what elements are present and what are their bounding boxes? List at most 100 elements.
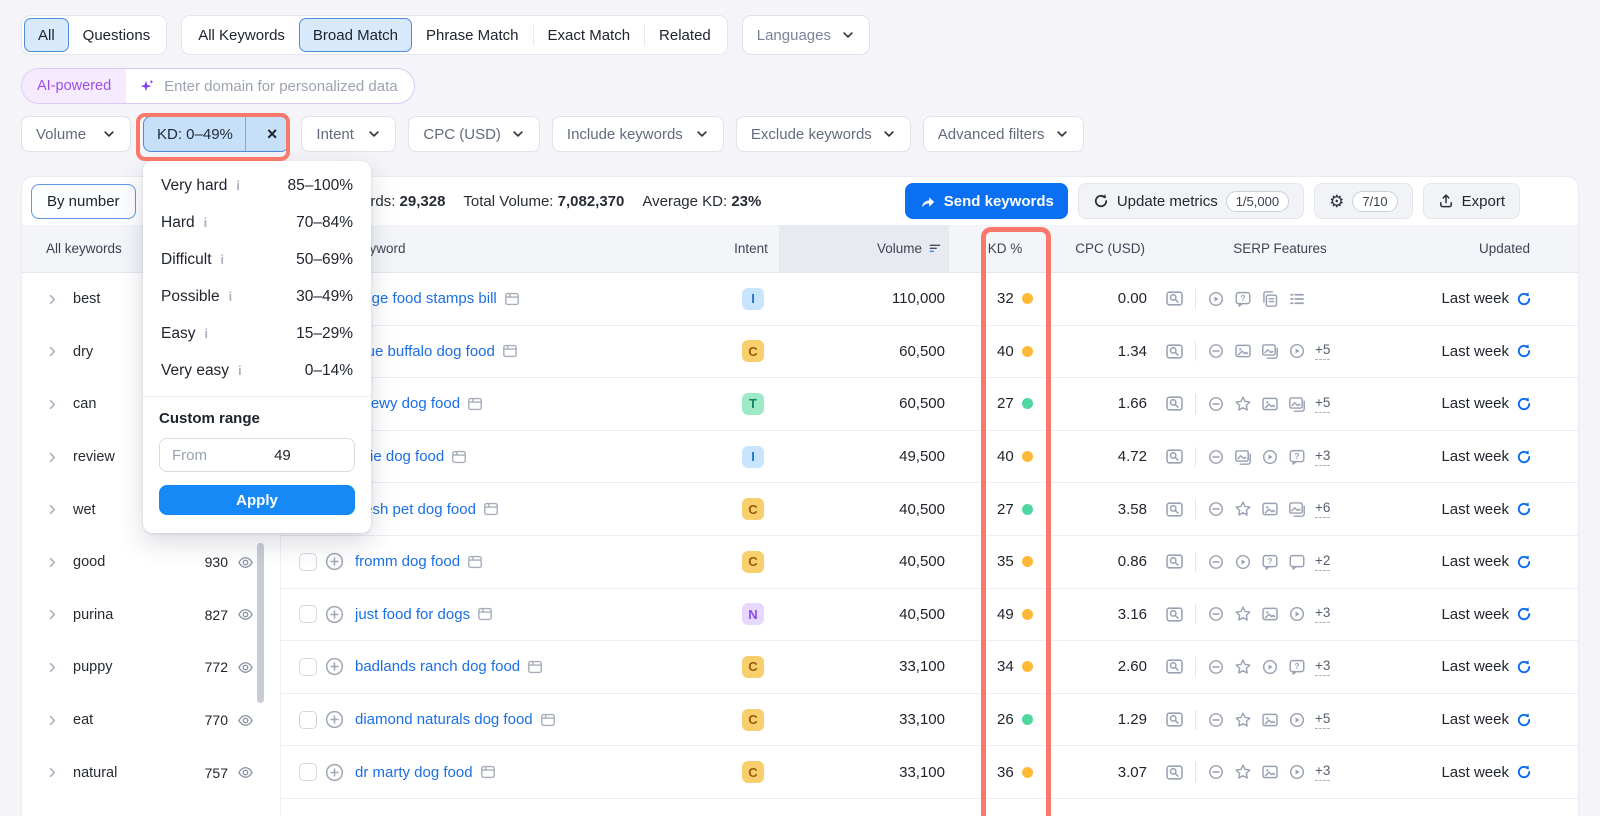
- row-checkbox[interactable]: [299, 605, 317, 624]
- serp-page-icon[interactable]: [483, 501, 499, 517]
- sidebar-item-puppy[interactable]: puppy 772: [22, 641, 280, 694]
- serp-page-icon[interactable]: [504, 291, 520, 307]
- domain-input[interactable]: Enter domain for personalized data: [126, 69, 413, 103]
- filter-chip-cpc-usd[interactable]: CPC (USD): [408, 116, 540, 152]
- apply-button[interactable]: Apply: [159, 485, 355, 515]
- column-header-keyword[interactable]: Keyword: [353, 225, 723, 272]
- serp-page-icon[interactable]: [527, 659, 543, 675]
- serp-preview-icon[interactable]: [1165, 763, 1184, 782]
- keyword-link[interactable]: badlands ranch dog food: [355, 658, 520, 675]
- settings-button[interactable]: ⚙ 7/10: [1314, 183, 1413, 219]
- kd-range-option-easy[interactable]: Easy i 15–29%: [143, 315, 371, 352]
- add-keyword-icon[interactable]: [325, 763, 344, 782]
- keyword-link[interactable]: dr marty dog food: [355, 764, 473, 781]
- update-metrics-button[interactable]: Update metrics 1/5,000: [1077, 183, 1305, 219]
- serp-preview-icon[interactable]: [1165, 552, 1184, 571]
- serp-preview-icon[interactable]: [1165, 289, 1184, 308]
- ai-domain-bar[interactable]: AI-powered Enter domain for personalized…: [21, 68, 415, 104]
- sidebar-item-purina[interactable]: purina 827: [22, 589, 280, 642]
- serp-more-button[interactable]: +5: [1315, 395, 1331, 413]
- keyword-link[interactable]: doge food stamps bill: [355, 290, 497, 307]
- add-keyword-icon[interactable]: [325, 605, 344, 624]
- serp-preview-icon[interactable]: [1165, 447, 1184, 466]
- serp-more-button[interactable]: +2: [1315, 553, 1331, 571]
- serp-more-button[interactable]: +3: [1315, 448, 1331, 466]
- tab-questions[interactable]: Questions: [69, 18, 165, 52]
- serp-more-button[interactable]: +5: [1315, 342, 1331, 361]
- serp-more-button[interactable]: +3: [1315, 763, 1331, 782]
- kd-range-option-difficult[interactable]: Difficult i 50–69%: [143, 241, 371, 278]
- column-header-cpc[interactable]: CPC (USD): [1061, 225, 1155, 272]
- serp-preview-icon[interactable]: [1165, 394, 1184, 413]
- refresh-keyword-icon[interactable]: [1516, 501, 1532, 517]
- serp-page-icon[interactable]: [477, 606, 493, 622]
- send-keywords-button[interactable]: Send keywords: [904, 183, 1068, 219]
- eye-icon[interactable]: [237, 712, 254, 729]
- refresh-keyword-icon[interactable]: [1516, 764, 1532, 780]
- eye-icon[interactable]: [237, 606, 254, 623]
- column-header-kd[interactable]: KD %: [949, 225, 1061, 272]
- add-keyword-icon[interactable]: [325, 657, 344, 676]
- column-header-volume[interactable]: Volume: [779, 225, 949, 272]
- tab-phrase-match[interactable]: Phrase Match: [412, 18, 533, 52]
- add-keyword-icon[interactable]: [325, 710, 344, 729]
- keyword-link[interactable]: diamond naturals dog food: [355, 711, 533, 728]
- row-checkbox[interactable]: [299, 763, 317, 782]
- serp-page-icon[interactable]: [467, 396, 483, 412]
- refresh-keyword-icon[interactable]: [1516, 659, 1532, 675]
- refresh-keyword-icon[interactable]: [1516, 343, 1532, 359]
- refresh-keyword-icon[interactable]: [1516, 606, 1532, 622]
- eye-icon[interactable]: [237, 764, 254, 781]
- column-header-serp-features[interactable]: SERP Features: [1155, 225, 1405, 272]
- serp-page-icon[interactable]: [451, 449, 467, 465]
- kd-to-input[interactable]: [262, 439, 354, 471]
- sidebar-item-good[interactable]: good 930: [22, 536, 280, 589]
- serp-preview-icon[interactable]: [1165, 342, 1184, 361]
- tab-related[interactable]: Related: [645, 18, 725, 52]
- eye-icon[interactable]: [237, 554, 254, 571]
- refresh-keyword-icon[interactable]: [1516, 396, 1532, 412]
- add-keyword-icon[interactable]: [325, 552, 344, 571]
- export-button[interactable]: Export: [1422, 183, 1520, 219]
- filter-chip-kd-0-49%[interactable]: KD: 0–49% ×: [143, 116, 290, 152]
- filter-chip-exclude-keywords[interactable]: Exclude keywords: [735, 116, 911, 152]
- serp-more-button[interactable]: +3: [1315, 605, 1331, 624]
- serp-more-button[interactable]: +6: [1315, 500, 1331, 519]
- column-header-intent[interactable]: Intent: [723, 225, 779, 272]
- tab-all[interactable]: All: [24, 18, 69, 52]
- keyword-link[interactable]: fresh pet dog food: [355, 501, 476, 518]
- eye-icon[interactable]: [237, 659, 254, 676]
- filter-chip-include-keywords[interactable]: Include keywords: [551, 116, 724, 152]
- serp-preview-icon[interactable]: [1165, 605, 1184, 624]
- serp-preview-icon[interactable]: [1165, 500, 1184, 519]
- sidebar-item-eat[interactable]: eat 770: [22, 694, 280, 747]
- serp-page-icon[interactable]: [480, 764, 496, 780]
- sidebar-scrollbar[interactable]: [257, 543, 264, 703]
- kd-range-option-very-easy[interactable]: Very easy i 0–14%: [143, 352, 371, 389]
- kd-from-input[interactable]: [160, 439, 263, 471]
- serp-more-button[interactable]: +3: [1315, 658, 1331, 676]
- languages-dropdown[interactable]: Languages: [741, 15, 870, 55]
- filter-chip-intent[interactable]: Intent: [301, 116, 397, 152]
- kd-range-option-possible[interactable]: Possible i 30–49%: [143, 278, 371, 315]
- keyword-link[interactable]: blue buffalo dog food: [355, 343, 495, 360]
- serp-page-icon[interactable]: [540, 712, 556, 728]
- refresh-keyword-icon[interactable]: [1516, 449, 1532, 465]
- tab-exact-match[interactable]: Exact Match: [534, 18, 645, 52]
- tab-all-keywords[interactable]: All Keywords: [184, 18, 299, 52]
- kd-range-option-hard[interactable]: Hard i 70–84%: [143, 204, 371, 241]
- serp-preview-icon[interactable]: [1165, 710, 1184, 729]
- refresh-keyword-icon[interactable]: [1516, 554, 1532, 570]
- serp-more-button[interactable]: +5: [1315, 711, 1331, 729]
- refresh-keyword-icon[interactable]: [1516, 712, 1532, 728]
- keyword-link[interactable]: fromm dog food: [355, 553, 460, 570]
- sidebar-item-natural[interactable]: natural 757: [22, 746, 280, 799]
- row-checkbox[interactable]: [299, 710, 317, 729]
- serp-page-icon[interactable]: [467, 554, 483, 570]
- serp-page-icon[interactable]: [502, 343, 518, 359]
- refresh-keyword-icon[interactable]: [1516, 291, 1532, 307]
- keyword-link[interactable]: just food for dogs: [355, 606, 470, 623]
- column-header-updated[interactable]: Updated: [1405, 225, 1578, 272]
- row-checkbox[interactable]: [299, 657, 317, 676]
- row-checkbox[interactable]: [299, 552, 317, 571]
